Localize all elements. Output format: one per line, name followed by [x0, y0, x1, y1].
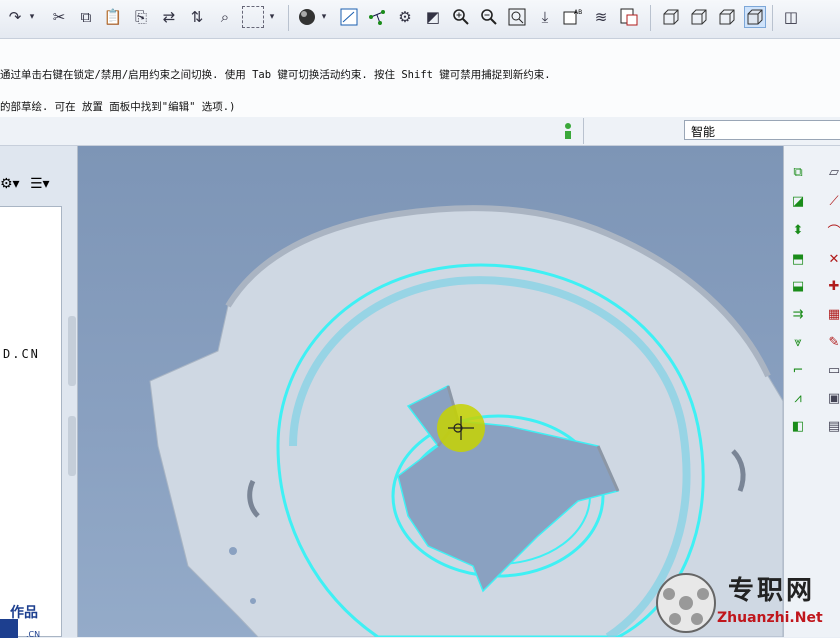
layers-icon[interactable]: ≋	[590, 6, 612, 28]
svg-text:作品: 作品	[10, 604, 38, 621]
shading-sphere-icon[interactable]	[296, 6, 318, 28]
refit-icon[interactable]	[506, 6, 528, 28]
shell-icon[interactable]: ⇉	[788, 304, 808, 324]
message-line-1: 通过单击右键在锁定/禁用/启用约束之间切换. 使用 Tab 键可切换活动约束. …	[0, 69, 551, 81]
publish-geom-icon[interactable]: ▣	[824, 388, 840, 408]
watermark-url-text: Zhuanzhi.Net	[717, 610, 823, 626]
selection-filter-dropdown[interactable]: 智能	[684, 120, 840, 140]
cut-icon[interactable]: ✂	[48, 6, 70, 28]
splitter-handle-2[interactable]	[68, 416, 76, 476]
feature-toolbar-right: ⧉ ◪ ⬍ ⬒ ⬓ ⇉ ⩔ ⌐ ⩘ ◧ ▱ ⟋ ⌒ ✕ ✚ ▦ ✎ ▭ ▣ ▤	[783, 146, 840, 637]
select-dropdown-icon[interactable]: ▾	[266, 6, 278, 28]
shrinkwrap-icon[interactable]: ▤	[824, 416, 840, 436]
csys-icon[interactable]: ✚	[824, 276, 840, 296]
extrude-icon[interactable]: ⧉	[788, 162, 808, 182]
regenerate-manager-icon[interactable]: ⇅	[186, 6, 208, 28]
message-area: 通过单击右键在锁定/禁用/启用约束之间切换. 使用 Tab 键可切换活动约束. …	[0, 39, 840, 118]
hole-icon[interactable]: ⬓	[788, 276, 808, 296]
watermark-chinese-text: 专职网	[728, 576, 816, 606]
status-bar: 智能	[0, 117, 840, 146]
paste-special-icon[interactable]: ⎘	[130, 6, 152, 28]
zoom-in-icon[interactable]	[450, 6, 472, 28]
blend-icon[interactable]: ⬒	[788, 249, 808, 269]
model-tree-panel: ⚙▾ ☰▾ D.CN 作品 .CN	[0, 146, 78, 638]
find-icon[interactable]: ⌕	[214, 6, 236, 28]
model-view	[149, 205, 783, 637]
soccer-ball-logo-icon	[656, 573, 716, 633]
copy-icon[interactable]: ⧉	[75, 6, 97, 28]
shading-icon[interactable]	[744, 6, 766, 28]
orient-icon[interactable]: ◩	[422, 6, 444, 28]
analysis-icon[interactable]: ▦	[824, 304, 840, 324]
regenerate-icon[interactable]: ⇄	[158, 6, 180, 28]
tree-filter-icon[interactable]: ☰▾	[30, 176, 50, 192]
datum-point-icon[interactable]: ✕	[824, 249, 840, 269]
revolve-icon[interactable]: ◪	[788, 191, 808, 211]
datum-points-icon[interactable]	[366, 6, 388, 28]
splitter-handle[interactable]	[68, 316, 76, 386]
model-tree-list[interactable]: D.CN 作品 .CN	[0, 206, 62, 638]
sketch-icon[interactable]: ✎	[824, 332, 840, 352]
redo-icon[interactable]: ↷	[4, 6, 26, 28]
fragment-text: D.CN	[3, 347, 40, 361]
watermark: 专职网 Zhuanzhi.Net	[655, 570, 840, 637]
sweep-icon[interactable]: ⬍	[788, 220, 808, 240]
appearance-dropdown-icon[interactable]: ▾	[318, 6, 330, 28]
tree-settings-icon[interactable]: ⚙▾	[0, 176, 20, 192]
datum-axis-icon[interactable]: ⟋	[824, 191, 840, 211]
wireframe-icon[interactable]	[660, 6, 682, 28]
hidden-line-icon[interactable]	[688, 6, 710, 28]
select-box-icon[interactable]	[242, 6, 264, 28]
view-more-icon[interactable]: ◫	[780, 6, 802, 28]
svg-text:AB: AB	[574, 9, 582, 16]
repaint-icon[interactable]: ⤓	[534, 6, 556, 28]
annotation-icon[interactable]: AB	[562, 6, 584, 28]
round-icon[interactable]: ⩘	[788, 388, 808, 408]
zoom-out-icon[interactable]	[478, 6, 500, 28]
message-line-2: 的部草绘. 可在 放置 面板中找到"编辑" 选项.)	[0, 101, 236, 113]
main-toolbar: ↷ ▾ ✂ ⧉ 📋 ⎘ ⇄ ⇅ ⌕ ▾ ▾ ⚙ ◩ ⤓ AB ≋ ◫	[0, 0, 840, 39]
datum-curve-icon[interactable]: ⌒	[824, 220, 840, 240]
dropdown-icon[interactable]: ▾	[26, 6, 38, 28]
chamfer-icon[interactable]: ◧	[788, 416, 808, 436]
traffic-light-icon[interactable]	[561, 121, 575, 145]
saved-view-icon[interactable]	[338, 6, 360, 28]
rib-icon[interactable]: ⩔	[788, 332, 808, 352]
datum-plane-icon[interactable]: ▱	[824, 162, 840, 182]
copy-geom-icon[interactable]: ▭	[824, 360, 840, 380]
logo-fragment-icon: 作品 .CN	[0, 604, 40, 638]
graphics-viewport[interactable]	[78, 146, 783, 637]
paste-icon[interactable]: 📋	[102, 6, 124, 28]
draft-icon[interactable]: ⌐	[788, 360, 808, 380]
spin-center-icon[interactable]: ⚙	[394, 6, 416, 28]
no-hidden-icon[interactable]	[716, 6, 738, 28]
view-manager-icon[interactable]	[618, 6, 640, 28]
